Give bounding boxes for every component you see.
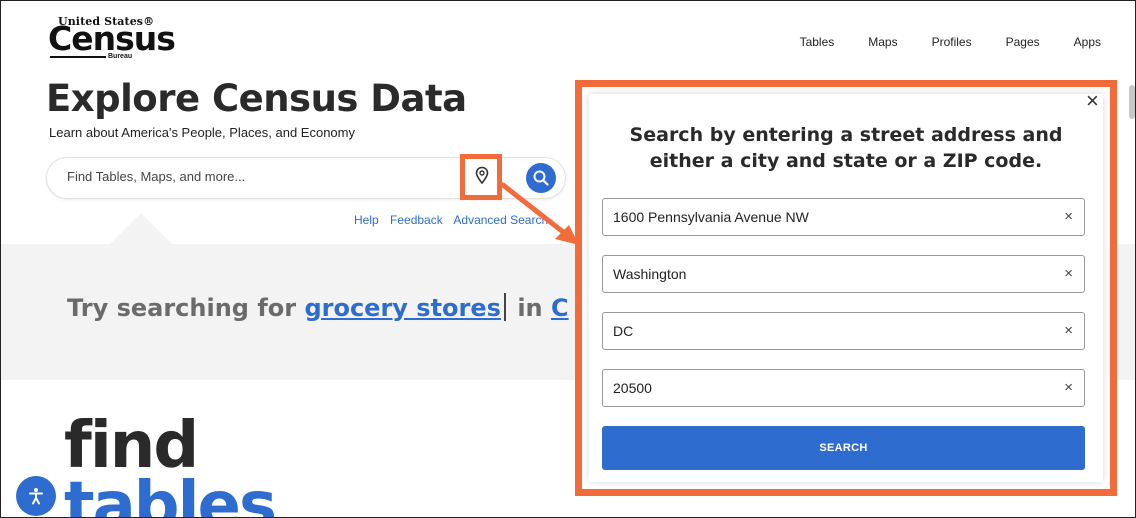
logo-census: Census <box>48 19 176 58</box>
state-input[interactable] <box>613 323 1043 339</box>
city-input[interactable] <box>613 266 1043 282</box>
page-scrollbar[interactable] <box>1129 85 1135 119</box>
clear-state-icon[interactable]: × <box>1064 322 1073 339</box>
clear-zip-icon[interactable]: × <box>1064 379 1073 396</box>
typing-cursor <box>503 293 506 321</box>
suggestion-place-link[interactable]: C <box>551 294 569 322</box>
nav-apps[interactable]: Apps <box>1074 35 1101 49</box>
accessibility-button[interactable] <box>16 476 56 516</box>
find-tables-heading: find tables <box>64 409 277 518</box>
logo-bureau: Bureau <box>108 53 133 60</box>
nav-tables[interactable]: Tables <box>800 35 835 49</box>
suggestion-link-grocery-stores[interactable]: grocery stores <box>304 294 501 322</box>
main-search-input[interactable] <box>67 169 447 184</box>
page-frame: United States® Census Bureau Tables Maps… <box>0 0 1136 518</box>
modal-title-line-1: Search by entering a street address and <box>629 124 1063 146</box>
clear-street-icon[interactable]: × <box>1064 208 1073 225</box>
location-pin-icon[interactable] <box>474 166 490 186</box>
callout-arrow <box>500 182 579 245</box>
state-field: × <box>602 312 1085 350</box>
nav-pages[interactable]: Pages <box>1006 35 1040 49</box>
clear-city-icon[interactable]: × <box>1064 265 1073 282</box>
close-icon[interactable]: × <box>1086 90 1099 112</box>
zip-input[interactable] <box>613 380 1043 396</box>
accessibility-icon <box>29 488 43 505</box>
address-search-modal: × Search by entering a street address an… <box>589 90 1103 482</box>
page-subtitle: Learn about America's People, Places, an… <box>49 125 355 140</box>
suggestion-suffix: in <box>517 294 543 322</box>
modal-title-line-2: either a city and state or a ZIP code. <box>649 150 1043 172</box>
address-modal-highlight: × Search by entering a street address an… <box>575 80 1117 496</box>
search-suggestion: Try searching for grocery stores in C <box>67 293 569 322</box>
street-address-field: × <box>602 198 1085 236</box>
nav-profiles[interactable]: Profiles <box>932 35 972 49</box>
logo-underline <box>50 56 106 58</box>
find-word: find <box>64 409 199 483</box>
street-address-input[interactable] <box>613 209 1043 225</box>
feedback-link[interactable]: Feedback <box>390 213 443 227</box>
city-field: × <box>602 255 1085 293</box>
nav-maps[interactable]: Maps <box>868 35 897 49</box>
top-nav: Tables Maps Profiles Pages Apps <box>766 35 1101 49</box>
help-link[interactable]: Help <box>354 213 379 227</box>
zip-field: × <box>602 369 1085 407</box>
band-notch <box>109 213 173 245</box>
suggestion-prefix: Try searching for <box>67 294 297 322</box>
page-title: Explore Census Data <box>46 77 467 120</box>
modal-title: Search by entering a street address and … <box>589 122 1103 174</box>
tables-word: tables <box>64 469 277 518</box>
census-logo[interactable]: United States® Census Bureau <box>48 15 178 65</box>
address-search-button[interactable]: SEARCH <box>602 426 1085 470</box>
